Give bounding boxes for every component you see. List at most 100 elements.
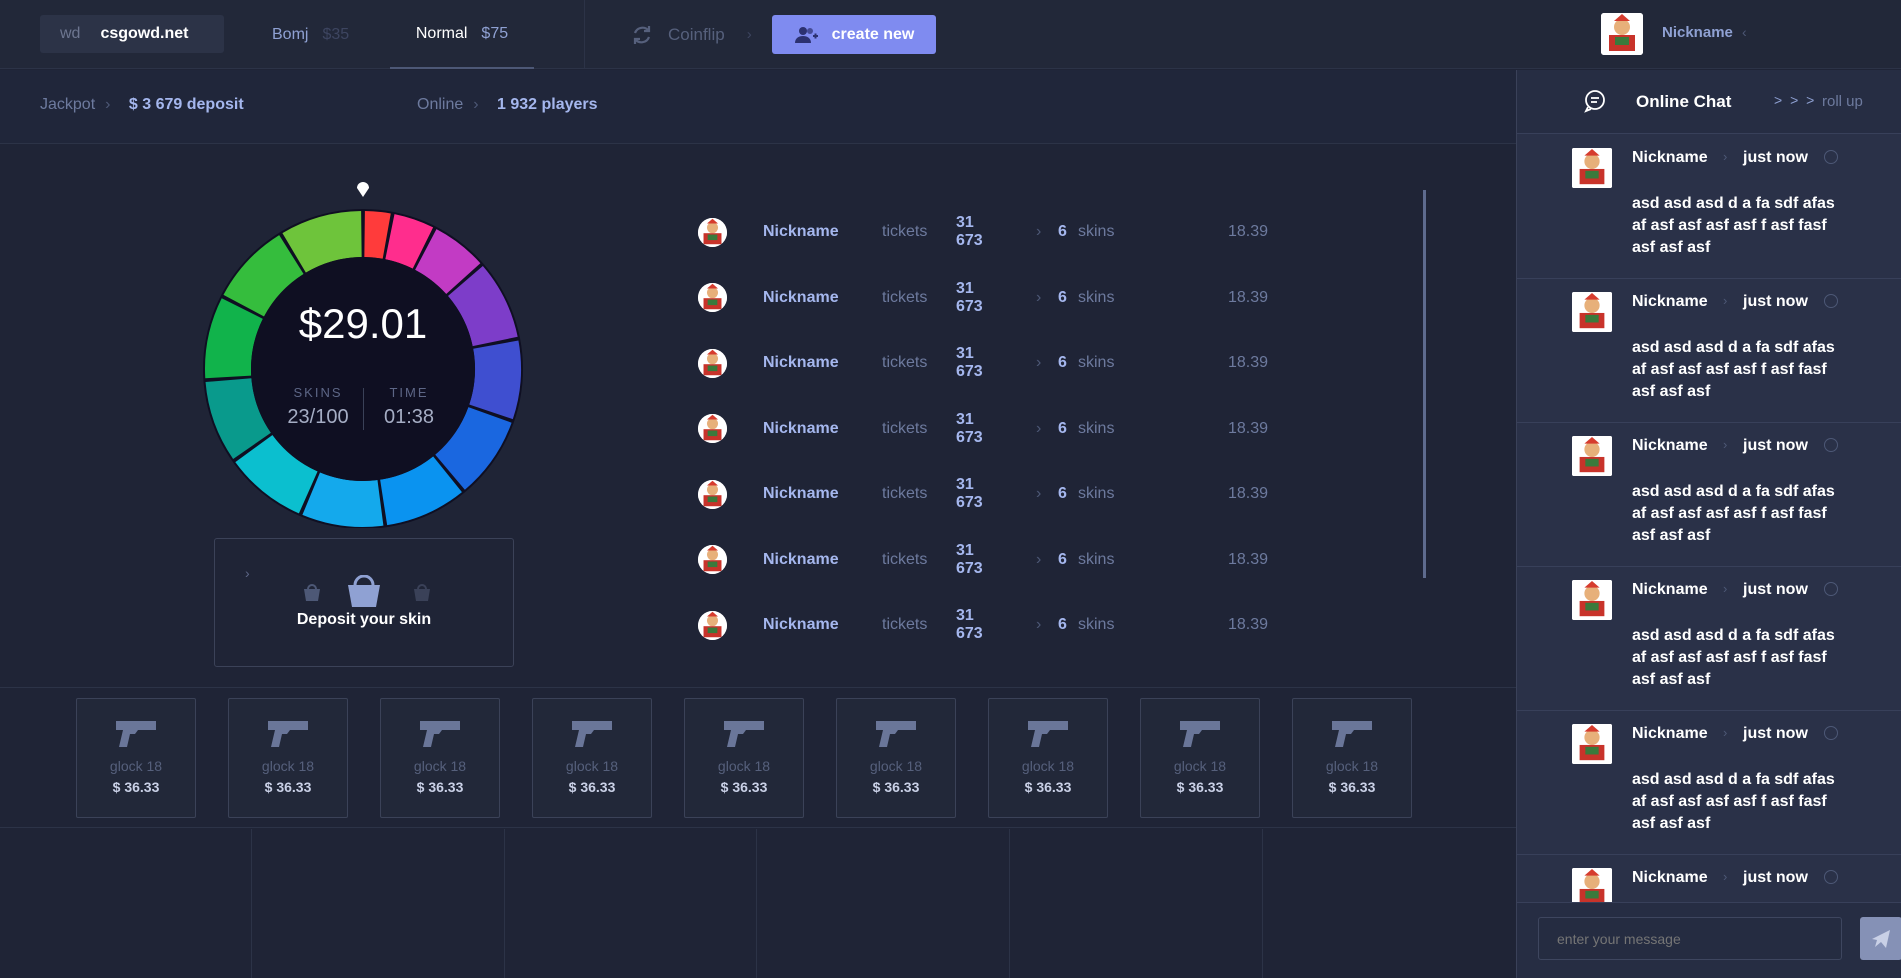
chat-message: Nickname › just now asd asd asd d a fa s… xyxy=(1517,423,1901,567)
player-row[interactable]: Nickname tickets 31 673 › 6 skins 18.39 xyxy=(698,476,1358,511)
chat-message: Nickname › just now asd asd asd d a fa s… xyxy=(1517,567,1901,711)
online-info: Online › 1 932 players xyxy=(417,96,598,114)
player-name[interactable]: Nickname xyxy=(763,616,882,634)
player-avatar xyxy=(698,283,727,312)
item-price: $ 36.33 xyxy=(872,779,920,795)
skin-item[interactable]: glock 18 $ 36.33 xyxy=(228,698,348,818)
skins-label: skins xyxy=(1078,223,1115,240)
skins-label: skins xyxy=(1078,616,1115,633)
chat-avatar[interactable] xyxy=(1572,292,1612,332)
pistol-icon xyxy=(420,721,460,747)
chat-title: Online Chat xyxy=(1636,92,1732,111)
chevron-left-icon[interactable]: ‹ xyxy=(1742,24,1747,40)
tickets-label: tickets xyxy=(882,288,928,306)
item-name: glock 18 xyxy=(261,758,315,774)
create-new-button[interactable]: create new xyxy=(772,15,936,54)
coinflip-link[interactable]: Coinflip › xyxy=(630,0,752,69)
skin-item[interactable]: glock 18 $ 36.33 xyxy=(76,698,196,818)
skin-item[interactable]: glock 18 $ 36.33 xyxy=(988,698,1108,818)
user-avatar[interactable] xyxy=(1601,13,1643,55)
player-row[interactable]: Nickname tickets 31 673 › 6 skins 18.39 xyxy=(698,214,1358,249)
top-bar: wd csgowd.net Bomj $35 Normal $75 Coinfl… xyxy=(0,0,1901,69)
player-name[interactable]: Nickname xyxy=(763,354,882,372)
player-row[interactable]: Nickname tickets 31 673 › 6 skins 18.39 xyxy=(698,345,1358,380)
grid-cell xyxy=(505,829,757,978)
chat-text: asd asd asd d a fa sdf afas af asf asf a… xyxy=(1632,483,1835,544)
player-avatar xyxy=(698,414,727,443)
deposit-box[interactable]: › Deposit your skin xyxy=(214,538,514,667)
chat-username[interactable]: Nickname xyxy=(1632,869,1708,887)
time-stat: TIME 01:38 xyxy=(374,385,444,429)
skin-item[interactable]: glock 18 $ 36.33 xyxy=(1292,698,1412,818)
skin-item[interactable]: glock 18 $ 36.33 xyxy=(1140,698,1260,818)
player-row[interactable]: Nickname tickets 31 673 › 6 skins 18.39 xyxy=(698,607,1358,642)
chevron-right-icon: › xyxy=(1036,485,1042,502)
chat-avatar[interactable] xyxy=(1572,580,1612,620)
chat-panel: Online Chat > > > roll up Nickname › jus… xyxy=(1516,70,1901,978)
player-name[interactable]: Nickname xyxy=(763,485,882,503)
coinflip-label: Coinflip xyxy=(668,24,725,44)
player-row[interactable]: Nickname tickets 31 673 › 6 skins 18.39 xyxy=(698,542,1358,577)
roll-up-link[interactable]: roll up xyxy=(1822,93,1863,110)
item-name: glock 18 xyxy=(1173,758,1227,774)
pistol-icon xyxy=(1180,721,1220,747)
jackpot-value: $ 3 679 deposit xyxy=(128,96,244,113)
chevron-right-icon: › xyxy=(1723,293,1728,308)
item-name: glock 18 xyxy=(565,758,619,774)
chevron-right-icon: › xyxy=(473,96,479,113)
mode-tab-normal[interactable]: Normal $75 xyxy=(390,0,534,69)
jackpot-label: Jackpot xyxy=(40,96,96,113)
chat-avatar[interactable] xyxy=(1572,436,1612,476)
send-button[interactable] xyxy=(1860,917,1901,960)
user-name[interactable]: Nickname xyxy=(1662,24,1733,41)
chevron-right-icon: › xyxy=(105,96,111,113)
mode-label: Bomj xyxy=(272,25,309,43)
player-name[interactable]: Nickname xyxy=(763,551,882,569)
chevron-right-icon: › xyxy=(1723,581,1728,596)
jackpot-info: Jackpot › $ 3 679 deposit xyxy=(40,96,244,114)
chat-message-input[interactable] xyxy=(1538,917,1842,960)
tickets-label: tickets xyxy=(882,223,928,240)
skin-item[interactable]: glock 18 $ 36.33 xyxy=(836,698,956,818)
skins-value: 23/100 xyxy=(287,406,349,428)
shopping-bag-icon xyxy=(304,575,430,607)
chat-username[interactable]: Nickname xyxy=(1632,437,1708,455)
chevrons-right-icon: > > > xyxy=(1774,92,1817,108)
grid-cell xyxy=(252,829,505,978)
chance-value: 18.39 xyxy=(1228,288,1269,306)
skin-item[interactable]: glock 18 $ 36.33 xyxy=(380,698,500,818)
skins-label: skins xyxy=(1078,354,1115,371)
skin-item[interactable]: glock 18 $ 36.33 xyxy=(532,698,652,818)
player-row[interactable]: Nickname tickets 31 673 › 6 skins 18.39 xyxy=(698,280,1358,315)
player-name[interactable]: Nickname xyxy=(763,223,882,241)
chat-username[interactable]: Nickname xyxy=(1632,149,1708,167)
skin-item[interactable]: glock 18 $ 36.33 xyxy=(684,698,804,818)
chat-username[interactable]: Nickname xyxy=(1632,725,1708,743)
chat-message: Nickname › just now asd asd asd d a fa s… xyxy=(1517,279,1901,423)
chat-username[interactable]: Nickname xyxy=(1632,293,1708,311)
player-row[interactable]: Nickname tickets 31 673 › 6 skins 18.39 xyxy=(698,411,1358,446)
skins-count: 6 xyxy=(1058,616,1067,633)
chance-value: 18.39 xyxy=(1228,419,1269,437)
info-bar: Jackpot › $ 3 679 deposit Online › 1 932 p… xyxy=(0,70,1516,144)
chat-avatar[interactable] xyxy=(1572,148,1612,188)
chat-bubble-icon xyxy=(1584,90,1605,113)
create-new-label: create new xyxy=(831,25,915,43)
player-name[interactable]: Nickname xyxy=(763,289,882,307)
skins-label: skins xyxy=(1078,485,1115,502)
pistol-icon xyxy=(1028,721,1068,747)
players-scrollbar[interactable] xyxy=(1423,190,1426,578)
chat-avatar[interactable] xyxy=(1572,724,1612,764)
mode-tab-bomj[interactable]: Bomj $35 xyxy=(272,0,349,69)
player-name[interactable]: Nickname xyxy=(763,420,882,438)
skins-count: 6 xyxy=(1058,354,1067,371)
chat-text: asd asd asd d a fa sdf afas af asf asf a… xyxy=(1632,627,1835,688)
site-badge[interactable]: wd csgowd.net xyxy=(40,15,224,53)
refresh-icon xyxy=(633,25,651,44)
skins-count: 6 xyxy=(1058,288,1067,306)
item-name: glock 18 xyxy=(109,758,163,774)
item-name: glock 18 xyxy=(1021,758,1075,774)
chat-header: Online Chat > > > roll up xyxy=(1517,70,1901,134)
chat-username[interactable]: Nickname xyxy=(1632,581,1708,599)
online-value: 1 932 players xyxy=(497,96,598,113)
